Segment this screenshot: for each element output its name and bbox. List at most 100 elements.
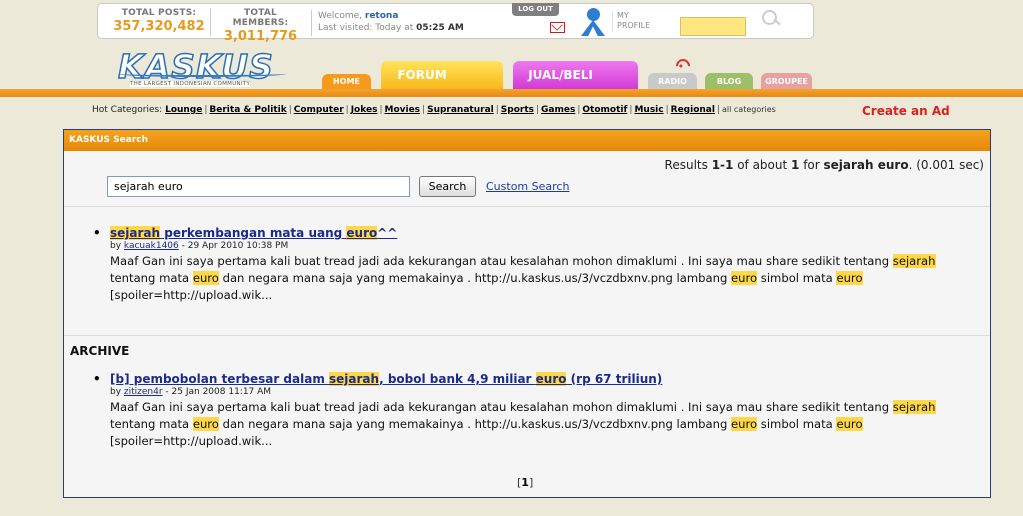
result-title-link[interactable]: sejarah perkembangan mata uang euro^^ xyxy=(110,226,397,240)
tab-groupee[interactable]: GROUPEE xyxy=(761,73,812,90)
highlighted-term: euro xyxy=(731,271,758,285)
my-label: MY xyxy=(617,11,629,20)
title-text: (rp 67 triliun) xyxy=(566,372,663,386)
results-for: for xyxy=(799,158,824,172)
hot-categories-label: Hot Categories: xyxy=(92,105,166,115)
nav-underline-bar xyxy=(0,89,1023,97)
result-by: by xyxy=(110,387,124,397)
profile-icon[interactable] xyxy=(578,8,608,36)
profile-icon-body xyxy=(581,20,605,36)
kaskus-logo[interactable]: KASKUS THE LARGEST INDONESIAN COMMUNITY xyxy=(117,47,286,93)
result-author-link[interactable]: kacuak1406 xyxy=(124,241,179,251)
title-text: , bobol bank 4,9 miliar xyxy=(379,372,536,386)
welcome-prefix: Welcome, xyxy=(318,11,365,21)
separator: | xyxy=(422,105,426,115)
highlighted-term: sejarah xyxy=(892,400,936,414)
tab-radio[interactable]: RADIO xyxy=(648,73,697,90)
hot-category-link[interactable]: Regional xyxy=(671,105,715,115)
top-search-input[interactable] xyxy=(680,17,746,36)
all-categories-link[interactable]: all categories xyxy=(722,105,776,114)
hot-category-link[interactable]: Otomotif xyxy=(582,105,627,115)
highlighted-term: sejarah xyxy=(110,226,161,240)
search-button[interactable]: Search xyxy=(419,176,476,197)
result-snippet: Maaf Gan ini saya pertama kali buat trea… xyxy=(110,253,980,304)
snippet-text: dan negara mana saja yang memakainya . h… xyxy=(218,417,732,431)
title-text: [b] pembobolan terbesar dalam xyxy=(110,372,330,386)
tab-home[interactable]: HOME xyxy=(322,74,371,90)
separator: | xyxy=(665,105,669,115)
snippet-text: [spoiler=http://upload.wik... xyxy=(110,288,273,302)
results-time: . (0.001 sec) xyxy=(908,158,984,172)
result-author-link[interactable]: zitizen4r xyxy=(124,387,163,397)
hot-category-link[interactable]: Games xyxy=(541,105,575,115)
pagination: [1] xyxy=(517,476,534,489)
result-meta: by kacuak1406 - 29 Apr 2010 10:38 PM xyxy=(110,241,288,251)
last-visited-time: 05:25 AM xyxy=(416,23,464,33)
total-posts: TOTAL POSTS: 357,320,482 xyxy=(112,8,206,34)
highlighted-term: sejarah xyxy=(329,372,380,386)
snippet-text: tentang mata xyxy=(110,271,193,285)
bullet: • xyxy=(93,372,101,386)
logo-tagline: THE LARGEST INDONESIAN COMMUNITY xyxy=(130,81,251,87)
snippet-text: [spoiler=http://upload.wik... xyxy=(110,434,273,448)
divider xyxy=(64,335,990,336)
divider xyxy=(64,206,990,207)
username-link[interactable]: retona xyxy=(365,11,399,21)
result-date: - 25 Jan 2008 11:17 AM xyxy=(162,387,272,397)
mail-icon[interactable] xyxy=(550,22,565,33)
my-profile-link[interactable]: MY PROFILE xyxy=(612,11,650,31)
separator: | xyxy=(288,105,292,115)
search-input[interactable] xyxy=(107,176,410,197)
total-members-label: TOTAL MEMBERS: xyxy=(232,8,289,28)
archive-heading: ARCHIVE xyxy=(70,344,130,358)
result-date: - 29 Apr 2010 10:38 PM xyxy=(178,241,289,251)
snippet-text: Maaf Gan ini saya pertama kali buat trea… xyxy=(110,254,893,268)
results-prefix: Results xyxy=(664,158,712,172)
hot-categories-list: Lounge | Berita & Politik | Computer | Jokes | M… xyxy=(165,105,715,115)
hot-category-link[interactable]: Lounge xyxy=(165,105,202,115)
separator: | xyxy=(495,105,499,115)
separator: | xyxy=(345,105,349,115)
result-snippet: Maaf Gan ini saya pertama kali buat trea… xyxy=(110,399,980,450)
hot-category-link[interactable]: Movies xyxy=(384,105,420,115)
hot-category-link[interactable]: Sports xyxy=(501,105,534,115)
tab-forum[interactable]: FORUM xyxy=(381,61,503,89)
welcome-text: Welcome, retona Last visited: Today at 0… xyxy=(311,10,464,36)
create-ad-link[interactable]: Create an Ad xyxy=(862,104,950,118)
separator: | xyxy=(629,105,633,115)
snippet-text: dan negara mana saja yang memakainya . h… xyxy=(218,271,732,285)
result-title-link[interactable]: [b] pembobolan terbesar dalam sejarah, b… xyxy=(110,372,662,386)
total-posts-label: TOTAL POSTS: xyxy=(121,8,197,18)
highlighted-term: euro xyxy=(192,417,219,431)
highlighted-term: sejarah xyxy=(892,254,936,268)
hot-category-link[interactable]: Supranatural xyxy=(427,105,494,115)
logo-text: KASKUS xyxy=(117,47,274,86)
separator: | xyxy=(577,105,581,115)
highlighted-term: euro xyxy=(346,226,378,240)
hot-category-link[interactable]: Computer xyxy=(294,105,344,115)
hot-category-link[interactable]: Music xyxy=(634,105,663,115)
results-summary: Results 1-1 of about 1 for sejarah euro.… xyxy=(665,158,984,172)
logout-button[interactable]: LOG OUT xyxy=(512,3,559,16)
last-visited-prefix: Last visited: Today at xyxy=(318,23,417,33)
hot-category-link[interactable]: Berita & Politik xyxy=(209,105,286,115)
tab-blog[interactable]: BLOG xyxy=(705,73,753,90)
search-icon[interactable] xyxy=(760,9,784,27)
separator: | xyxy=(716,105,720,115)
highlighted-term: euro xyxy=(535,372,567,386)
snippet-text: Maaf Gan ini saya pertama kali buat trea… xyxy=(110,400,893,414)
tab-jual-beli[interactable]: JUAL/BELI xyxy=(513,61,638,89)
custom-search-link[interactable]: Custom Search xyxy=(486,180,569,193)
highlighted-term: euro xyxy=(192,271,219,285)
separator: | xyxy=(379,105,383,115)
search-panel-header: KASKUS Search xyxy=(64,130,990,151)
page-number-link[interactable]: 1 xyxy=(521,476,529,489)
results-range: 1-1 xyxy=(711,158,734,172)
highlighted-term: euro xyxy=(731,417,758,431)
hot-category-link[interactable]: Jokes xyxy=(351,105,378,115)
search-panel: KASKUS Search Results 1-1 of about 1 for… xyxy=(63,129,991,498)
total-posts-value: 357,320,482 xyxy=(113,19,205,34)
bullet: • xyxy=(93,226,101,240)
profile-icon-head xyxy=(587,8,600,21)
snippet-text: simbol mata xyxy=(757,417,837,431)
